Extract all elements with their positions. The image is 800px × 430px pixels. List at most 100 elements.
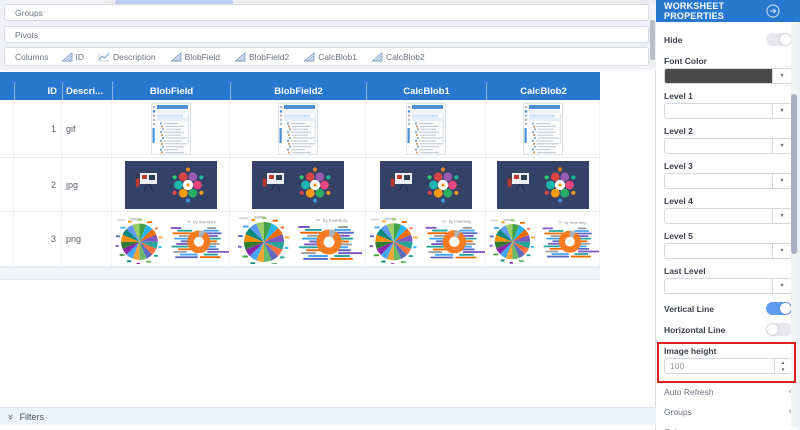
level-4-label: Level 4 xyxy=(664,196,792,206)
vertical-line-toggle[interactable] xyxy=(766,302,792,315)
hide-toggle[interactable] xyxy=(766,33,792,46)
table-row: 1gif xyxy=(0,100,600,158)
svg-text:by Inventory: by Inventory xyxy=(323,218,348,223)
spinner-down-icon[interactable]: ▼ xyxy=(775,366,791,373)
groups-dropzone[interactable]: Groups xyxy=(4,4,649,21)
grid-header-cell-blobfield[interactable]: BlobField xyxy=(112,82,230,100)
row-indicator-cell[interactable] xyxy=(0,158,14,211)
grid-header-cell-descri[interactable]: Descri... xyxy=(62,82,112,100)
vertical-scrollbar-main-thumb[interactable] xyxy=(650,20,655,60)
column-chip-description[interactable]: Description xyxy=(98,52,156,62)
table-row: 3pngby Inventoryby Inventoryby Inventory… xyxy=(0,212,600,267)
image-height-label: Image height xyxy=(664,346,792,356)
font-color-label: Font Color xyxy=(664,56,792,66)
column-chips: ID Description BlobField BlobField2 CalcBlob… xyxy=(61,52,425,62)
field-triangle-icon xyxy=(170,52,182,62)
section-auto-refresh[interactable]: Auto Refresh‹ xyxy=(664,382,792,402)
worksheet-grid: IDDescri...BlobFieldBlobField2CalcBlob1C… xyxy=(0,72,600,280)
dropdown-value xyxy=(665,244,772,258)
grid-header-row: IDDescri...BlobFieldBlobField2CalcBlob1C… xyxy=(0,82,600,100)
panel-scrollbar-thumb[interactable] xyxy=(791,94,797,254)
field-triangle-icon xyxy=(234,52,246,62)
tree-screenshot-thumbnail xyxy=(486,100,600,157)
vertical-scrollbar-main[interactable] xyxy=(650,8,655,70)
pivots-dropzone-label: Pivots xyxy=(15,30,38,40)
tree-screenshot-thumbnail xyxy=(112,100,230,157)
dropdown-arrow-icon[interactable]: ▼ xyxy=(772,209,791,223)
image-height-input[interactable]: 100 xyxy=(665,359,774,373)
dropdown-arrow-icon[interactable]: ▼ xyxy=(772,104,791,118)
horizontal-line-label: Horizontal Line xyxy=(664,325,725,335)
pivots-dropzone[interactable]: Pivots xyxy=(4,26,649,43)
font-color-swatch xyxy=(665,69,772,83)
filters-bar[interactable]: « Filters xyxy=(0,407,656,425)
image-height-field: 100 ▲ ▼ xyxy=(664,358,792,374)
column-chip-calcblob1[interactable]: CalcBlob1 xyxy=(303,52,357,62)
columns-dropzone[interactable]: Columns ID Description BlobField BlobField2… xyxy=(4,47,649,66)
id-cell: 2 xyxy=(14,158,62,211)
level-3-dropdown[interactable]: ▼ xyxy=(664,173,792,189)
section-label: Groups xyxy=(664,407,692,417)
columns-dropzone-label: Columns xyxy=(15,52,49,62)
groups-dropzone-label: Groups xyxy=(15,8,43,18)
last-level-dropdown[interactable]: ▼ xyxy=(664,278,792,294)
column-chip-id[interactable]: ID xyxy=(61,52,85,62)
dropdown-value xyxy=(665,139,772,153)
panel-scrollbar[interactable] xyxy=(791,24,797,427)
horizontal-line-toggle-knob xyxy=(767,324,778,335)
filters-expand-icon[interactable]: « xyxy=(6,414,16,420)
column-chip-label: CalcBlob2 xyxy=(386,52,425,62)
column-chip-calcblob2[interactable]: CalcBlob2 xyxy=(371,52,425,62)
dropdown-arrow-icon[interactable]: ▼ xyxy=(772,279,791,293)
field-triangle-icon xyxy=(303,52,315,62)
level-4-dropdown[interactable]: ▼ xyxy=(664,208,792,224)
hide-toggle-knob xyxy=(780,34,791,45)
hexagon-illustration-thumbnail xyxy=(366,158,486,211)
svg-text:by Inventory: by Inventory xyxy=(565,220,587,225)
font-color-dropdown-arrow-icon[interactable]: ▼ xyxy=(772,69,791,83)
dropdown-arrow-icon[interactable]: ▼ xyxy=(772,174,791,188)
section-columns[interactable]: Columns‹ xyxy=(664,422,792,430)
section-groups[interactable]: Groups‹ xyxy=(664,402,792,422)
dropdown-arrow-icon[interactable]: ▼ xyxy=(772,244,791,258)
grid-header-cell-calcblob1[interactable]: CalcBlob1 xyxy=(366,82,486,100)
horizontal-line-toggle[interactable] xyxy=(766,323,792,336)
dropdown-value xyxy=(665,174,772,188)
level-5-dropdown[interactable]: ▼ xyxy=(664,243,792,259)
image-height-spinner: ▲ ▼ xyxy=(774,359,791,373)
worksheet-properties-panel: WORKSHEET PROPERTIES Hide Font Color ▼ L… xyxy=(656,0,800,430)
font-color-dropdown[interactable]: ▼ xyxy=(664,68,792,84)
dropdown-arrow-icon[interactable]: ▼ xyxy=(772,139,791,153)
grid-corner-cell xyxy=(0,82,14,100)
line-chart-icon xyxy=(98,52,110,62)
row-indicator-cell[interactable] xyxy=(0,212,14,266)
description-cell: jpg xyxy=(62,158,112,211)
column-chip-blobfield[interactable]: BlobField xyxy=(170,52,220,62)
tree-screenshot-thumbnail xyxy=(366,100,486,157)
grid-header-cell-blobfield2[interactable]: BlobField2 xyxy=(230,82,366,100)
hide-label: Hide xyxy=(664,35,682,45)
level-1-label: Level 1 xyxy=(664,91,792,101)
svg-text:by Inventory: by Inventory xyxy=(193,219,216,224)
horizontal-line-row: Horizontal Line xyxy=(664,322,792,337)
svg-text:by Inventory: by Inventory xyxy=(449,219,473,224)
filters-label: Filters xyxy=(20,412,45,422)
pie-donut-charts-thumbnail: by Inventory xyxy=(366,212,486,266)
level-5-label: Level 5 xyxy=(664,231,792,241)
column-chip-blobfield2[interactable]: BlobField2 xyxy=(234,52,289,62)
grid-header-cell-calcblob2[interactable]: CalcBlob2 xyxy=(486,82,600,100)
grid-header-cell-id[interactable]: ID xyxy=(14,82,62,100)
row-indicator-cell[interactable] xyxy=(0,100,14,157)
level-3-label: Level 3 xyxy=(664,161,792,171)
hexagon-illustration-thumbnail xyxy=(486,158,600,211)
collapse-panel-arrow-icon[interactable] xyxy=(766,4,780,18)
grid-header: IDDescri...BlobFieldBlobField2CalcBlob1C… xyxy=(0,72,600,100)
column-chip-label: CalcBlob1 xyxy=(318,52,357,62)
id-cell: 3 xyxy=(14,212,62,266)
field-bars-zone: Groups Pivots Columns ID Description BlobF… xyxy=(0,0,656,70)
column-chip-label: BlobField2 xyxy=(249,52,289,62)
level-1-dropdown[interactable]: ▼ xyxy=(664,103,792,119)
spinner-up-icon[interactable]: ▲ xyxy=(775,359,791,366)
panel-header: WORKSHEET PROPERTIES xyxy=(656,0,800,22)
level-2-dropdown[interactable]: ▼ xyxy=(664,138,792,154)
